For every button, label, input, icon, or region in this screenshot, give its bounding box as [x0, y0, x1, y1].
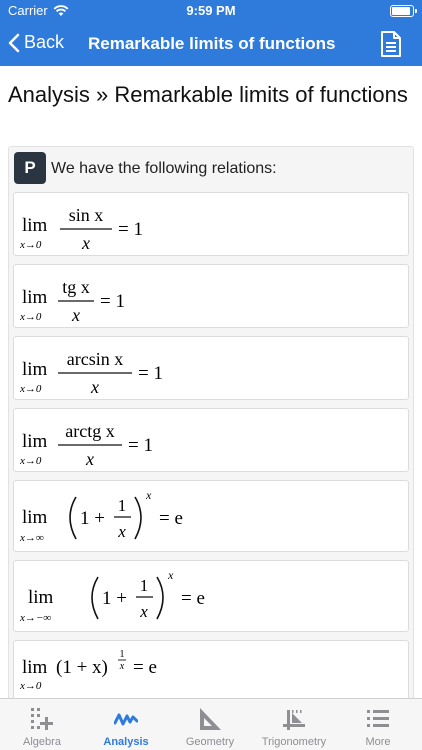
fraction-denominator: x — [117, 522, 126, 541]
formula-sin-limit: lim x→0 sin x x = 1 — [13, 192, 409, 256]
formula-arctg-limit: lim x→0 arctg x x = 1 — [13, 408, 409, 472]
lim-operator: lim — [22, 507, 48, 528]
exponent-numerator: 1 — [120, 649, 125, 660]
fraction-numerator: 1 — [140, 576, 149, 595]
fraction-numerator: sin x — [69, 205, 104, 225]
tab-label: Algebra — [23, 736, 61, 748]
lim-subscript: x→0 — [19, 239, 42, 251]
exponent: x — [167, 568, 174, 582]
lim-operator: lim — [22, 287, 48, 308]
algebra-icon — [31, 708, 53, 730]
formula-e-limit-power: lim x→0 (1 + x) 1 x = e — [13, 640, 409, 698]
lim-subscript: x→0 — [19, 455, 42, 467]
fraction-numerator: tg x — [62, 277, 90, 297]
chevron-left-icon — [8, 33, 20, 52]
navigation-bar: Back Remarkable limits of functions — [0, 22, 422, 66]
formula-arcsin-limit: lim x→0 arcsin x x = 1 — [13, 336, 409, 400]
formula-rhs: = 1 — [138, 363, 163, 384]
formula-rhs: = 1 — [118, 219, 143, 240]
tab-trigonometry[interactable]: Trigonometry — [252, 699, 336, 750]
exponent-denominator: x — [119, 661, 125, 672]
page-title: Analysis » Remarkable limits of function… — [8, 82, 408, 107]
status-bar: Carrier 9:59 PM — [0, 0, 422, 22]
formula-tg-limit: lim x→0 tg x x = 1 — [13, 264, 409, 328]
tab-label: More — [365, 736, 391, 748]
document-icon[interactable] — [380, 31, 402, 57]
tab-analysis[interactable]: Analysis — [84, 699, 168, 750]
tab-label: Analysis — [103, 736, 149, 748]
formula-rhs: = e — [159, 508, 183, 529]
more-icon — [367, 710, 389, 727]
tab-geometry[interactable]: Geometry — [168, 699, 252, 750]
property-badge: P — [14, 152, 46, 184]
lim-subscript: x→−∞ — [19, 612, 51, 624]
lim-operator: lim — [28, 587, 54, 608]
lim-subscript: x→0 — [19, 311, 42, 323]
fraction-numerator: 1 — [118, 496, 127, 515]
fraction-denominator: x — [85, 449, 94, 469]
fraction-denominator: x — [81, 233, 90, 253]
property-box: P We have the following relations: lim x… — [8, 146, 414, 698]
one-plus: 1 + — [102, 588, 127, 609]
content-area[interactable]: Analysis » Remarkable limits of function… — [0, 66, 422, 698]
lim-operator: lim — [22, 431, 48, 452]
tab-bar: Algebra Analysis Geometry Trigonometry M… — [0, 698, 422, 750]
back-button[interactable]: Back — [8, 32, 64, 53]
lim-operator: lim — [22, 359, 48, 380]
fraction-numerator: arcsin x — [67, 349, 123, 369]
tab-label: Trigonometry — [261, 736, 327, 748]
analysis-icon — [114, 713, 138, 726]
fraction-denominator: x — [71, 305, 80, 325]
status-time: 9:59 PM — [186, 3, 236, 18]
formula-rhs: = e — [181, 588, 205, 609]
lim-subscript: x→∞ — [19, 532, 44, 544]
formula-e-limit-neg-infinity: lim x→−∞ 1 + 1 x x = e — [13, 560, 409, 632]
power-base: (1 + x) — [56, 657, 108, 678]
lim-subscript: x→0 — [19, 680, 42, 692]
tab-label: Geometry — [185, 736, 235, 748]
trigonometry-icon — [283, 710, 305, 730]
battery-icon — [390, 5, 417, 17]
formula-rhs: = 1 — [128, 435, 153, 456]
exponent: x — [145, 488, 152, 502]
nav-title: Remarkable limits of functions — [88, 34, 336, 53]
lim-subscript: x→0 — [19, 383, 42, 395]
fraction-numerator: arctg x — [65, 421, 114, 441]
fraction-denominator: x — [139, 602, 148, 621]
formula-rhs: = 1 — [100, 291, 125, 312]
property-intro: We have the following relations: — [51, 160, 277, 177]
one-plus: 1 + — [80, 508, 105, 529]
formula-e-limit-infinity: lim x→∞ 1 + 1 x x = e — [13, 480, 409, 552]
fraction-denominator: x — [90, 377, 99, 397]
formula-rhs: = e — [133, 657, 157, 678]
geometry-icon — [200, 708, 221, 730]
lim-operator: lim — [22, 215, 48, 236]
tab-algebra[interactable]: Algebra — [0, 699, 84, 750]
lim-operator: lim — [22, 657, 48, 678]
tab-more[interactable]: More — [336, 699, 420, 750]
back-label: Back — [24, 32, 65, 52]
